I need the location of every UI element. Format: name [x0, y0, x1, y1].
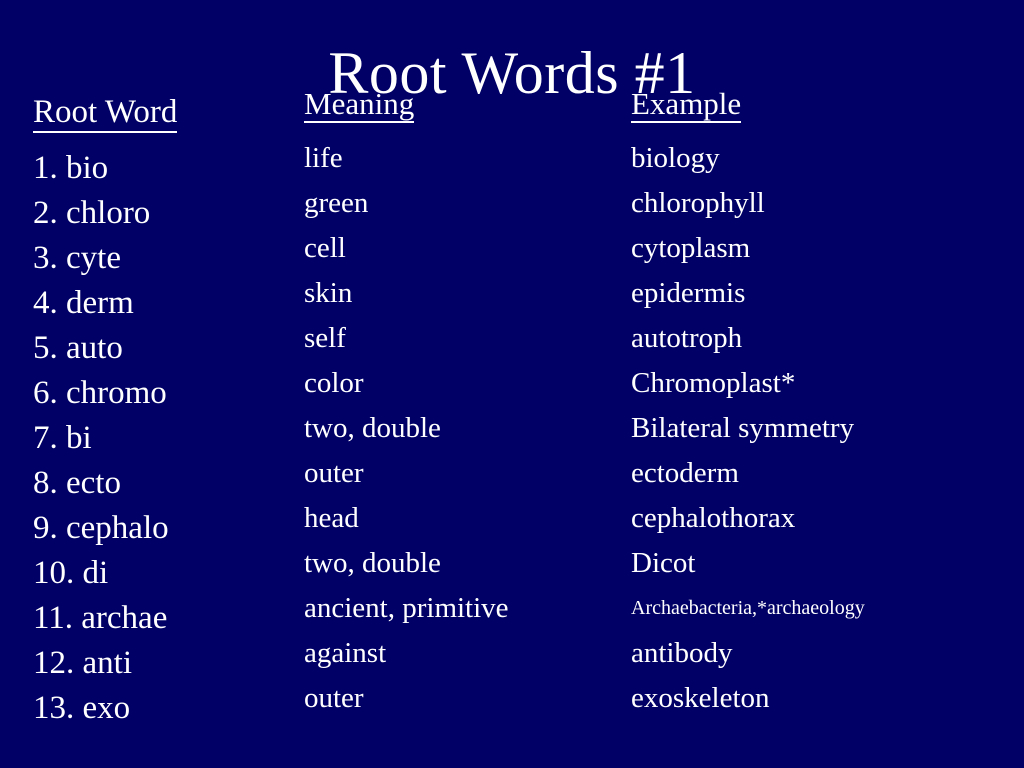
list-item: 3. cyte: [33, 240, 121, 276]
example-list: biology chlorophyll cytoplasm epidermis …: [631, 136, 1021, 721]
list-item: 5. auto: [33, 330, 123, 366]
list-item: outer: [304, 682, 364, 714]
column-header-example-label: Example: [631, 86, 742, 123]
list-item: green: [304, 187, 369, 219]
list-item: ancient, primitive: [304, 592, 509, 624]
column-header-root-word: Root Word: [33, 96, 178, 133]
list-item: autotroph: [631, 322, 743, 354]
column-header-meaning-label: Meaning: [304, 86, 415, 123]
column-meaning: Meaning life green cell skin self color …: [304, 88, 624, 721]
meaning-list: life green cell skin self color two, dou…: [304, 136, 624, 721]
list-item: 11. archae: [33, 600, 168, 636]
list-item: 9. cephalo: [33, 510, 169, 546]
list-item: life: [304, 142, 343, 174]
list-item: color: [304, 367, 364, 399]
column-example: Example biology chlorophyll cytoplasm ep…: [631, 88, 1021, 721]
list-item: self: [304, 322, 346, 354]
column-root-word: Root Word 1. bio 2. chloro 3. cyte 4. de…: [33, 96, 298, 731]
list-item: 7. bi: [33, 420, 92, 456]
list-item: 2. chloro: [33, 195, 151, 231]
list-item: skin: [304, 277, 353, 309]
list-item: Archaebacteria,*archaeology: [631, 597, 865, 619]
list-item: Bilateral symmetry: [631, 412, 855, 444]
root-word-list: 1. bio 2. chloro 3. cyte 4. derm 5. auto…: [33, 146, 298, 731]
list-item: two, double: [304, 547, 441, 579]
slide: Root Words #1 Root Word 1. bio 2. chloro…: [0, 0, 1024, 768]
list-item: cephalothorax: [631, 502, 796, 534]
list-item: 10. di: [33, 555, 109, 591]
list-item: biology: [631, 142, 720, 174]
list-item: 4. derm: [33, 285, 134, 321]
list-item: Chromoplast*: [631, 367, 796, 399]
list-item: 8. ecto: [33, 465, 121, 501]
list-item: two, double: [304, 412, 441, 444]
list-item: Dicot: [631, 547, 696, 579]
list-item: outer: [304, 457, 364, 489]
column-header-meaning: Meaning: [304, 86, 415, 123]
column-header-root-word-label: Root Word: [33, 96, 178, 133]
list-item: ectoderm: [631, 457, 739, 489]
column-header-example: Example: [631, 86, 742, 123]
list-item: 13. exo: [33, 690, 131, 726]
list-item: head: [304, 502, 359, 534]
list-item: 6. chromo: [33, 375, 167, 411]
list-item: exoskeleton: [631, 682, 770, 714]
list-item: 1. bio: [33, 150, 109, 186]
list-item: against: [304, 637, 387, 669]
list-item: epidermis: [631, 277, 746, 309]
list-item: antibody: [631, 637, 733, 669]
list-item: 12. anti: [33, 645, 132, 681]
list-item: cytoplasm: [631, 232, 751, 264]
list-item: cell: [304, 232, 346, 264]
list-item: chlorophyll: [631, 187, 765, 219]
